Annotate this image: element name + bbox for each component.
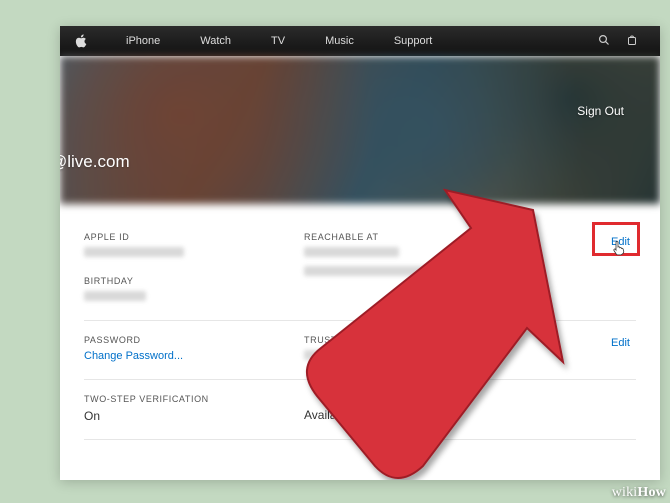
browser-window: iPhone Watch TV Music Support Sign Out @… <box>60 26 660 480</box>
password-label: PASSWORD <box>84 335 304 345</box>
section-security: PASSWORD Change Password... TRUSTE Edit <box>84 321 636 380</box>
trusted-value-redacted <box>304 350 384 360</box>
nav-iphone[interactable]: iPhone <box>106 35 180 47</box>
nav-support[interactable]: Support <box>374 35 453 47</box>
nav-music[interactable]: Music <box>305 35 374 47</box>
edit-account-link[interactable]: Edit <box>611 236 630 248</box>
watermark-wiki: wiki <box>612 485 638 500</box>
sign-out-link[interactable]: Sign Out <box>577 104 624 118</box>
edit-security-link[interactable]: Edit <box>611 337 630 349</box>
reachable-at-label: REACHABLE AT <box>304 232 636 242</box>
reachable-value-redacted-1 <box>304 247 399 257</box>
trusted-label: TRUSTE <box>304 335 636 345</box>
nav-tv[interactable]: TV <box>251 35 305 47</box>
change-password-link[interactable]: Change Password... <box>84 350 183 362</box>
availability-value: Availabl <box>304 408 346 422</box>
birthday-value-redacted <box>84 291 146 301</box>
nav-watch[interactable]: Watch <box>180 35 251 47</box>
apple-id-value-redacted <box>84 247 184 257</box>
two-step-value: On <box>84 409 100 423</box>
section-account: APPLE ID BIRTHDAY REACHABLE AT Edit <box>84 222 636 321</box>
watermark-how: How <box>637 485 666 500</box>
account-content: APPLE ID BIRTHDAY REACHABLE AT Edit <box>60 204 660 440</box>
hero-banner <box>60 56 660 204</box>
section-twostep: TWO-STEP VERIFICATION On Availabl <box>84 380 636 440</box>
birthday-label: BIRTHDAY <box>84 276 304 286</box>
global-nav: iPhone Watch TV Music Support <box>60 26 660 56</box>
account-email: @live.com <box>60 152 130 172</box>
apple-id-label: APPLE ID <box>84 232 304 242</box>
watermark: wikiHow <box>612 485 666 501</box>
reachable-value-redacted-2 <box>304 266 444 276</box>
two-step-label: TWO-STEP VERIFICATION <box>84 394 304 404</box>
search-icon[interactable] <box>590 34 618 49</box>
bag-icon[interactable] <box>618 34 646 49</box>
apple-logo-icon[interactable] <box>74 34 88 48</box>
